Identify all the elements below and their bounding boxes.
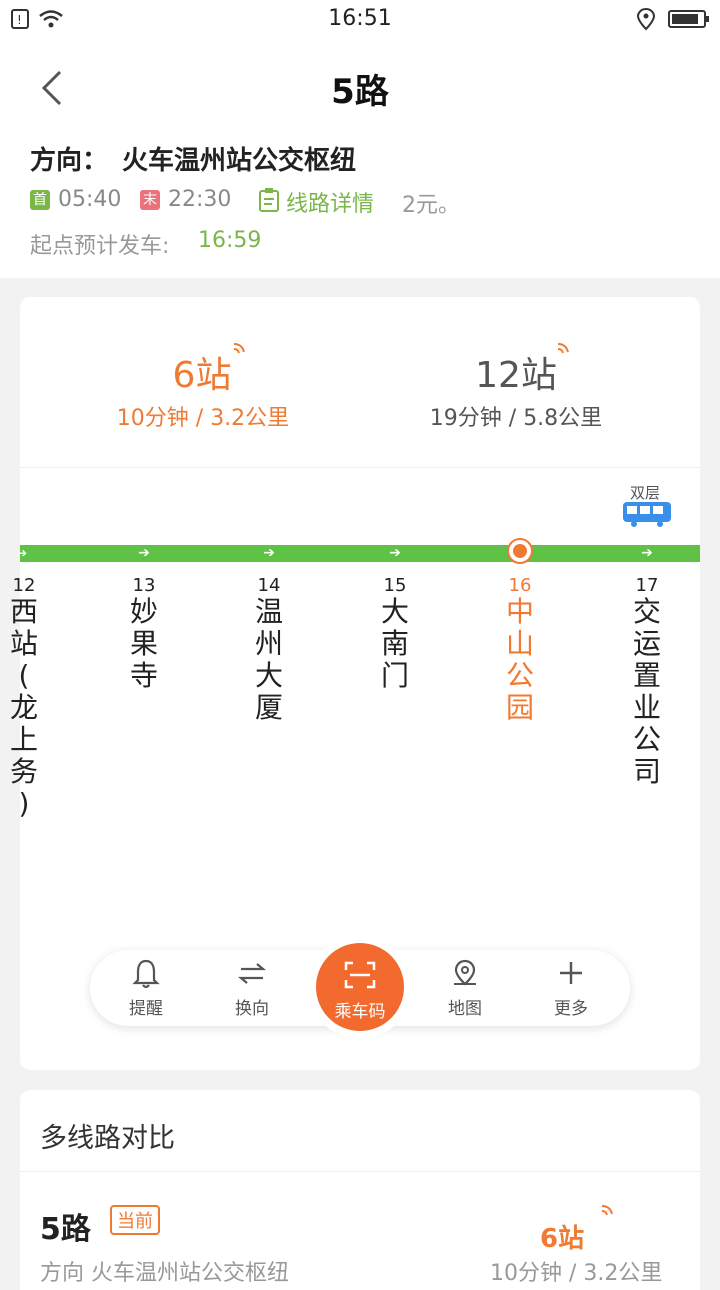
last-bus-tag: 末 xyxy=(140,190,160,210)
switch-label: 换向 xyxy=(235,999,269,1019)
station-12[interactable]: 12 西站(龙上务) xyxy=(4,575,44,855)
compare-title: 多线路对比 xyxy=(40,1123,175,1154)
divider xyxy=(20,467,700,468)
station-number: 17 xyxy=(635,575,659,596)
battery-icon xyxy=(668,10,709,28)
station-number: 12 xyxy=(12,575,36,596)
station-name: 交运置业公司 xyxy=(632,595,661,788)
station-number: 14 xyxy=(257,575,281,596)
map-pin-icon xyxy=(454,959,476,986)
first-bus-tag: 首 xyxy=(30,190,50,210)
bus-icon[interactable] xyxy=(622,500,674,528)
depart-time: 16:59 xyxy=(198,228,262,253)
compare-eta-sub: 10分钟 / 3.2公里 xyxy=(490,1261,663,1286)
compare-route-name[interactable]: 5路 xyxy=(40,1204,91,1248)
clipboard-icon xyxy=(259,188,279,212)
scan-icon xyxy=(344,961,376,989)
swap-icon xyxy=(237,963,267,984)
direction-label: 方向： xyxy=(30,146,109,176)
route-detail-link[interactable]: 线路详情 xyxy=(286,186,374,218)
more-button[interactable]: 更多 xyxy=(531,958,611,1019)
station-17[interactable]: 17 交运置业公司 xyxy=(627,575,667,788)
direction-value: 火车温州站公交枢纽 xyxy=(122,146,357,176)
compare-route-direction: 方向 火车温州站公交枢纽 xyxy=(40,1261,289,1286)
station-number: 16 xyxy=(508,575,532,596)
direction-arrow-icon: ➔ xyxy=(389,545,401,561)
route-line xyxy=(20,545,700,562)
station-number: 15 xyxy=(383,575,407,596)
direction-arrow-icon: ➔ xyxy=(138,545,150,561)
direction-arrow-icon: ➔ xyxy=(641,545,653,561)
remind-label: 提醒 xyxy=(129,999,163,1019)
clock: 16:51 xyxy=(328,6,392,31)
station-name: 温州大厦 xyxy=(254,595,283,724)
direction-arrow-icon: ➔ xyxy=(263,545,275,561)
first-bus-time: 05:40 xyxy=(58,187,122,212)
eta-1-sub: 10分钟 / 3.2公里 xyxy=(116,406,290,431)
remind-button[interactable]: 提醒 xyxy=(106,958,186,1019)
station-name: 中山公园 xyxy=(505,595,534,724)
switch-direction-button[interactable]: 换向 xyxy=(212,958,292,1019)
last-bus-time: 22:30 xyxy=(168,187,232,212)
station-number: 13 xyxy=(132,575,156,596)
map-button[interactable]: 地图 xyxy=(425,958,505,1019)
bell-icon xyxy=(132,959,160,989)
station-15[interactable]: 15 大南门 xyxy=(375,575,415,692)
ride-code-label[interactable]: 乘车码 xyxy=(316,997,404,1022)
page-title: 5路 xyxy=(331,72,389,112)
realtime-signal-icon xyxy=(601,1205,613,1216)
map-label: 地图 xyxy=(448,999,482,1019)
compare-eta-stops: 6站 xyxy=(540,1224,585,1254)
realtime-signal-icon xyxy=(233,343,245,354)
realtime-signal-icon xyxy=(557,343,569,354)
eta-2-sub: 19分钟 / 5.8公里 xyxy=(429,406,603,431)
plus-icon xyxy=(560,962,582,984)
direction-arrow-icon: ➔ xyxy=(17,546,28,560)
eta-1-stops: 6站 xyxy=(172,355,232,396)
station-14[interactable]: 14 温州大厦 xyxy=(249,575,289,724)
station-name: 大南门 xyxy=(380,595,409,692)
divider xyxy=(20,1171,700,1172)
more-label: 更多 xyxy=(554,999,588,1019)
depart-label: 起点预计发车: xyxy=(30,234,170,259)
location-icon xyxy=(636,7,656,31)
status-bar: ! 16:51 xyxy=(0,0,720,40)
eta-2-stops: 12站 xyxy=(475,355,557,396)
station-16-current[interactable]: 16 中山公园 xyxy=(500,575,540,724)
current-badge: 当前 xyxy=(110,1205,160,1235)
current-station-marker xyxy=(507,538,533,564)
fare: 2元。 xyxy=(402,193,460,218)
station-name: 西站(龙上务) xyxy=(9,595,38,820)
station-name: 妙果寺 xyxy=(129,595,158,692)
station-13[interactable]: 13 妙果寺 xyxy=(124,575,164,692)
